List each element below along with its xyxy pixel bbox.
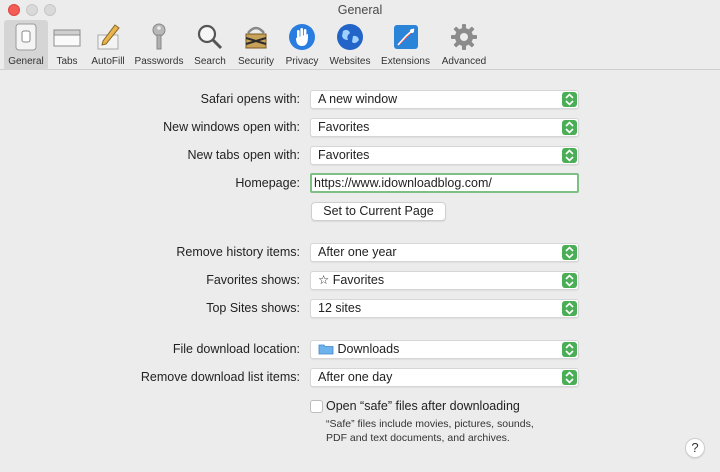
- remove-history-items-popup[interactable]: After one year: [310, 243, 579, 262]
- tab-tabs[interactable]: Tabs: [52, 20, 82, 70]
- updown-stepper-icon: [562, 273, 577, 288]
- set-to-current-page-button[interactable]: Set to Current Page: [311, 202, 446, 221]
- zoom-window-button[interactable]: [44, 4, 56, 16]
- homepage-label: Homepage:: [235, 176, 300, 190]
- gear-icon: [449, 22, 479, 52]
- globe-icon: [335, 22, 365, 52]
- updown-stepper-icon: [562, 245, 577, 260]
- security-icon: [241, 22, 271, 52]
- file-download-location-popup[interactable]: Downloads: [310, 340, 579, 359]
- general-switch-icon: [11, 22, 41, 52]
- favorites-shows-label: Favorites shows:: [206, 273, 300, 287]
- tab-autofill[interactable]: AutoFill: [88, 20, 128, 70]
- window-title: General: [337, 3, 383, 17]
- close-window-button[interactable]: [8, 4, 20, 16]
- title-bar: General: [0, 0, 720, 20]
- open-safe-files-checkbox[interactable]: [310, 400, 323, 413]
- tab-passwords[interactable]: Passwords: [133, 20, 185, 70]
- tab-security[interactable]: Security: [234, 20, 278, 70]
- hand-icon: [287, 22, 317, 52]
- open-safe-files-label[interactable]: Open “safe” files after downloading: [326, 399, 520, 413]
- remove-download-list-items-label: Remove download list items:: [140, 370, 300, 384]
- updown-stepper-icon: [562, 301, 577, 316]
- autofill-pencil-icon: [93, 22, 123, 52]
- downloads-folder-icon: [318, 343, 334, 360]
- file-download-location-label: File download location:: [172, 342, 300, 356]
- top-sites-shows-label: Top Sites shows:: [206, 301, 300, 315]
- extensions-icon: [391, 22, 421, 52]
- updown-stepper-icon: [562, 92, 577, 107]
- tab-advanced[interactable]: Advanced: [439, 20, 489, 70]
- homepage-input[interactable]: [314, 175, 572, 191]
- updown-stepper-icon: [562, 342, 577, 357]
- remove-history-items-label: Remove history items:: [176, 245, 300, 259]
- new-tabs-open-with-popup[interactable]: Favorites: [310, 146, 579, 165]
- key-icon: [144, 22, 174, 52]
- safari-opens-with-popup[interactable]: A new window: [310, 90, 579, 109]
- new-tabs-open-with-label: New tabs open with:: [187, 148, 300, 162]
- tab-general[interactable]: General: [4, 20, 48, 70]
- tab-extensions[interactable]: Extensions: [378, 20, 433, 70]
- tab-privacy[interactable]: Privacy: [283, 20, 321, 70]
- tab-search[interactable]: Search: [192, 20, 228, 70]
- homepage-field-frame: [310, 173, 579, 193]
- safari-opens-with-label: Safari opens with:: [200, 92, 300, 106]
- remove-download-list-items-popup[interactable]: After one day: [310, 368, 579, 387]
- magnifier-icon: [195, 22, 225, 52]
- minimize-window-button[interactable]: [26, 4, 38, 16]
- top-sites-shows-popup[interactable]: 12 sites: [310, 299, 579, 318]
- updown-stepper-icon: [562, 370, 577, 385]
- preferences-toolbar: General Tabs AutoFill Passwords Search S…: [0, 20, 720, 70]
- favorites-shows-popup[interactable]: ☆ Favorites: [310, 271, 579, 290]
- updown-stepper-icon: [562, 148, 577, 163]
- new-windows-open-with-popup[interactable]: Favorites: [310, 118, 579, 137]
- safe-files-note: “Safe” files include movies, pictures, s…: [326, 418, 534, 444]
- star-icon: ☆: [318, 273, 330, 287]
- help-button[interactable]: ?: [685, 438, 705, 458]
- tabs-icon: [52, 22, 82, 52]
- updown-stepper-icon: [562, 120, 577, 135]
- new-windows-open-with-label: New windows open with:: [163, 120, 300, 134]
- tab-websites[interactable]: Websites: [326, 20, 374, 70]
